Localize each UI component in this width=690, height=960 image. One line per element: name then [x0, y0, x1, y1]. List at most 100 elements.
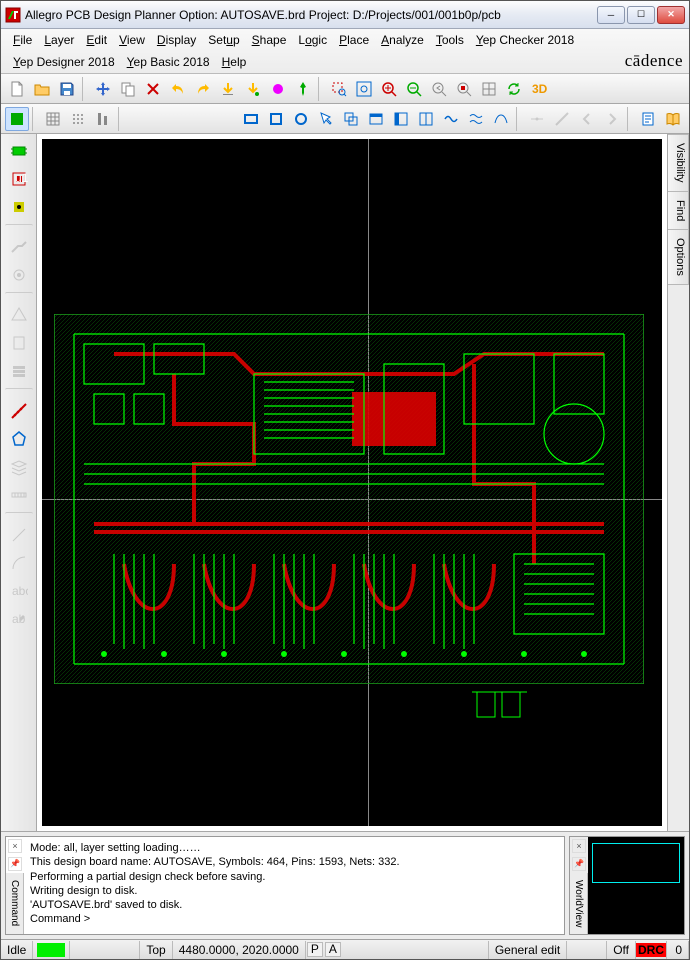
layers-icon[interactable] — [6, 454, 32, 480]
text-icon[interactable]: abc — [6, 578, 32, 604]
zoom-fit-icon[interactable] — [352, 77, 376, 101]
main-area: u1 abc ab — [1, 134, 689, 831]
tab-find[interactable]: Find — [668, 191, 689, 230]
line-tool-icon[interactable] — [550, 107, 574, 131]
report-icon[interactable] — [636, 107, 660, 131]
minimize-button[interactable]: ─ — [597, 6, 625, 24]
menu-yep-basic[interactable]: Yep Basic 2018 — [121, 53, 216, 71]
design-canvas[interactable] — [42, 139, 662, 826]
split-icon[interactable] — [414, 107, 438, 131]
align-icon[interactable] — [91, 107, 115, 131]
status-a[interactable]: A — [325, 942, 341, 957]
place-chip-icon[interactable]: u1 — [6, 166, 32, 192]
ruler-icon[interactable] — [6, 398, 32, 424]
status-drc-count: 0 — [667, 941, 689, 959]
zoom-sel-icon[interactable] — [452, 77, 476, 101]
maximize-button[interactable]: ☐ — [627, 6, 655, 24]
brand-logo: cādence — [625, 51, 683, 71]
route-icon[interactable] — [6, 234, 32, 260]
menu-place[interactable]: Place — [333, 31, 375, 49]
menu-view[interactable]: View — [113, 31, 151, 49]
status-idle: Idle — [1, 941, 33, 959]
app-icon — [5, 7, 21, 23]
pin-icon[interactable] — [291, 77, 315, 101]
close-button[interactable]: ✕ — [657, 6, 685, 24]
menu-file[interactable]: File — [7, 31, 38, 49]
zoom-in-icon[interactable] — [377, 77, 401, 101]
sel-rect-icon[interactable] — [239, 107, 263, 131]
worldview-pin-icon[interactable]: 📌 — [572, 857, 586, 871]
wave3-icon[interactable] — [489, 107, 513, 131]
wave2-icon[interactable] — [464, 107, 488, 131]
status-layer[interactable]: Top — [140, 941, 172, 959]
zoom-out-icon[interactable] — [402, 77, 426, 101]
menu-yep-designer[interactable]: Yep Designer 2018 — [7, 53, 121, 71]
place-pad-icon[interactable] — [6, 194, 32, 220]
zoom-prev-icon[interactable] — [427, 77, 451, 101]
new-file-icon[interactable] — [5, 77, 29, 101]
polygon-icon[interactable] — [6, 426, 32, 452]
save-icon[interactable] — [55, 77, 79, 101]
delete-icon[interactable] — [141, 77, 165, 101]
app-mode-icon[interactable] — [5, 107, 29, 131]
book-icon[interactable] — [661, 107, 685, 131]
next-arrow-icon[interactable] — [600, 107, 624, 131]
menubar: File Layer Edit View Display Setup Shape… — [1, 29, 689, 74]
grid-snap-icon[interactable] — [41, 107, 65, 131]
sel-circle-icon[interactable] — [289, 107, 313, 131]
stack-icon[interactable] — [6, 358, 32, 384]
menu-setup[interactable]: Setup — [202, 31, 245, 49]
connector-icon[interactable] — [525, 107, 549, 131]
wave1-icon[interactable] — [439, 107, 463, 131]
down2-icon[interactable] — [241, 77, 265, 101]
menu-layer[interactable]: Layer — [38, 31, 80, 49]
3d-icon[interactable]: 3D — [527, 77, 551, 101]
down1-icon[interactable] — [216, 77, 240, 101]
place-comp-icon[interactable] — [6, 138, 32, 164]
drc-icon[interactable] — [6, 302, 32, 328]
text-edit-icon[interactable]: ab — [6, 606, 32, 632]
redo-icon[interactable] — [191, 77, 215, 101]
status-drc-off[interactable]: Off — [607, 941, 636, 959]
menu-display[interactable]: Display — [151, 31, 202, 49]
refresh-icon[interactable] — [502, 77, 526, 101]
draw-line-icon[interactable] — [6, 522, 32, 548]
status-drc-badge[interactable]: DRC — [636, 943, 666, 957]
command-close-icon[interactable]: × — [8, 839, 22, 853]
menu-edit[interactable]: Edit — [80, 31, 113, 49]
zoom-window-icon[interactable] — [327, 77, 351, 101]
pointer-icon[interactable] — [314, 107, 338, 131]
worldview-close-icon[interactable]: × — [572, 839, 586, 853]
window-icon[interactable] — [364, 107, 388, 131]
menu-analyze[interactable]: Analyze — [375, 31, 430, 49]
open-file-icon[interactable] — [30, 77, 54, 101]
group-icon[interactable] — [339, 107, 363, 131]
tab-options[interactable]: Options — [668, 229, 689, 285]
move-icon[interactable] — [91, 77, 115, 101]
copy-icon[interactable] — [116, 77, 140, 101]
status-p[interactable]: P — [307, 942, 323, 957]
measure-icon[interactable] — [6, 482, 32, 508]
menu-help[interactable]: Help — [216, 53, 253, 71]
zoom-center-icon[interactable] — [477, 77, 501, 101]
menu-yep-checker[interactable]: Yep Checker 2018 — [470, 31, 580, 49]
report2-icon[interactable] — [6, 330, 32, 356]
worldview-canvas[interactable] — [588, 837, 684, 934]
command-pin-icon[interactable]: 📌 — [8, 857, 22, 871]
menu-tools[interactable]: Tools — [430, 31, 470, 49]
sel-square-icon[interactable] — [264, 107, 288, 131]
command-log[interactable]: Mode: all, layer setting loading…… This … — [24, 837, 564, 934]
toolbar-2 — [1, 104, 689, 134]
menu-logic[interactable]: Logic — [292, 31, 333, 49]
tab-visibility[interactable]: Visibility — [668, 134, 689, 192]
prev-arrow-icon[interactable] — [575, 107, 599, 131]
panel-icon[interactable] — [389, 107, 413, 131]
svg-text:3D: 3D — [532, 82, 547, 96]
via-icon[interactable] — [6, 262, 32, 288]
grid-dot-icon[interactable] — [66, 107, 90, 131]
undo-icon[interactable] — [166, 77, 190, 101]
menu-shape[interactable]: Shape — [246, 31, 293, 49]
highlight-icon[interactable] — [266, 77, 290, 101]
draw-arc-icon[interactable] — [6, 550, 32, 576]
svg-text:ab: ab — [12, 612, 26, 626]
